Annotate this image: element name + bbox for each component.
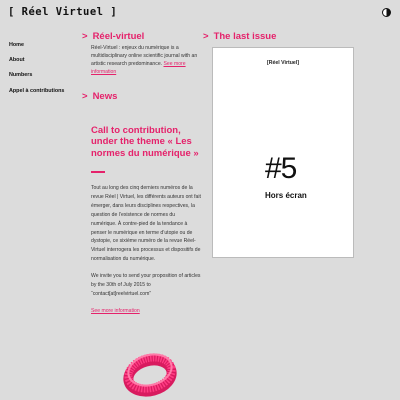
nav-item-call-for-contributions[interactable]: Appel à contributions xyxy=(9,88,71,94)
nav-item-home[interactable]: Home xyxy=(9,42,71,48)
pink-ring-icon xyxy=(123,353,177,397)
about-title: Réel-virtuel xyxy=(92,31,145,42)
arrow-icon: > xyxy=(82,31,88,42)
news-body: Tout au long des cinq derniers numéros d… xyxy=(91,184,201,307)
nav-item-numbers[interactable]: Numbers xyxy=(9,72,71,78)
arrow-icon: > xyxy=(82,91,88,102)
issue-brand: [Réel Virtuel] xyxy=(267,60,299,66)
nav-item-about[interactable]: About xyxy=(9,57,71,63)
contrast-toggle-icon[interactable] xyxy=(382,8,391,17)
news-paragraph: We invite you to send your proposition o… xyxy=(91,273,201,297)
news-headline[interactable]: Call to contribution, under the theme « … xyxy=(91,125,201,159)
last-issue-cover[interactable]: [Réel Virtuel] #5 Hors écran xyxy=(212,47,354,258)
about-heading: > Réel-virtuel xyxy=(82,31,144,42)
news-paragraph: Tout au long des cinq derniers numéros d… xyxy=(91,185,201,263)
last-issue-heading: > The last issue xyxy=(203,31,276,42)
arrow-icon: > xyxy=(203,31,209,42)
news-divider xyxy=(91,171,105,173)
issue-name: Hors écran xyxy=(265,191,307,200)
news-more-link[interactable]: See more information xyxy=(91,308,140,314)
site-logo[interactable]: [ Réel Virtuel ] xyxy=(8,6,117,18)
news-heading: > News xyxy=(82,91,117,102)
news-section-title: News xyxy=(92,91,118,102)
issue-number: #5 xyxy=(265,152,297,185)
last-issue-title: The last issue xyxy=(213,31,277,42)
sidebar-nav: Home About Numbers Appel à contributions xyxy=(9,42,71,103)
about-text: Réel-Virtuel : enjeux du numérique is a … xyxy=(91,45,201,77)
